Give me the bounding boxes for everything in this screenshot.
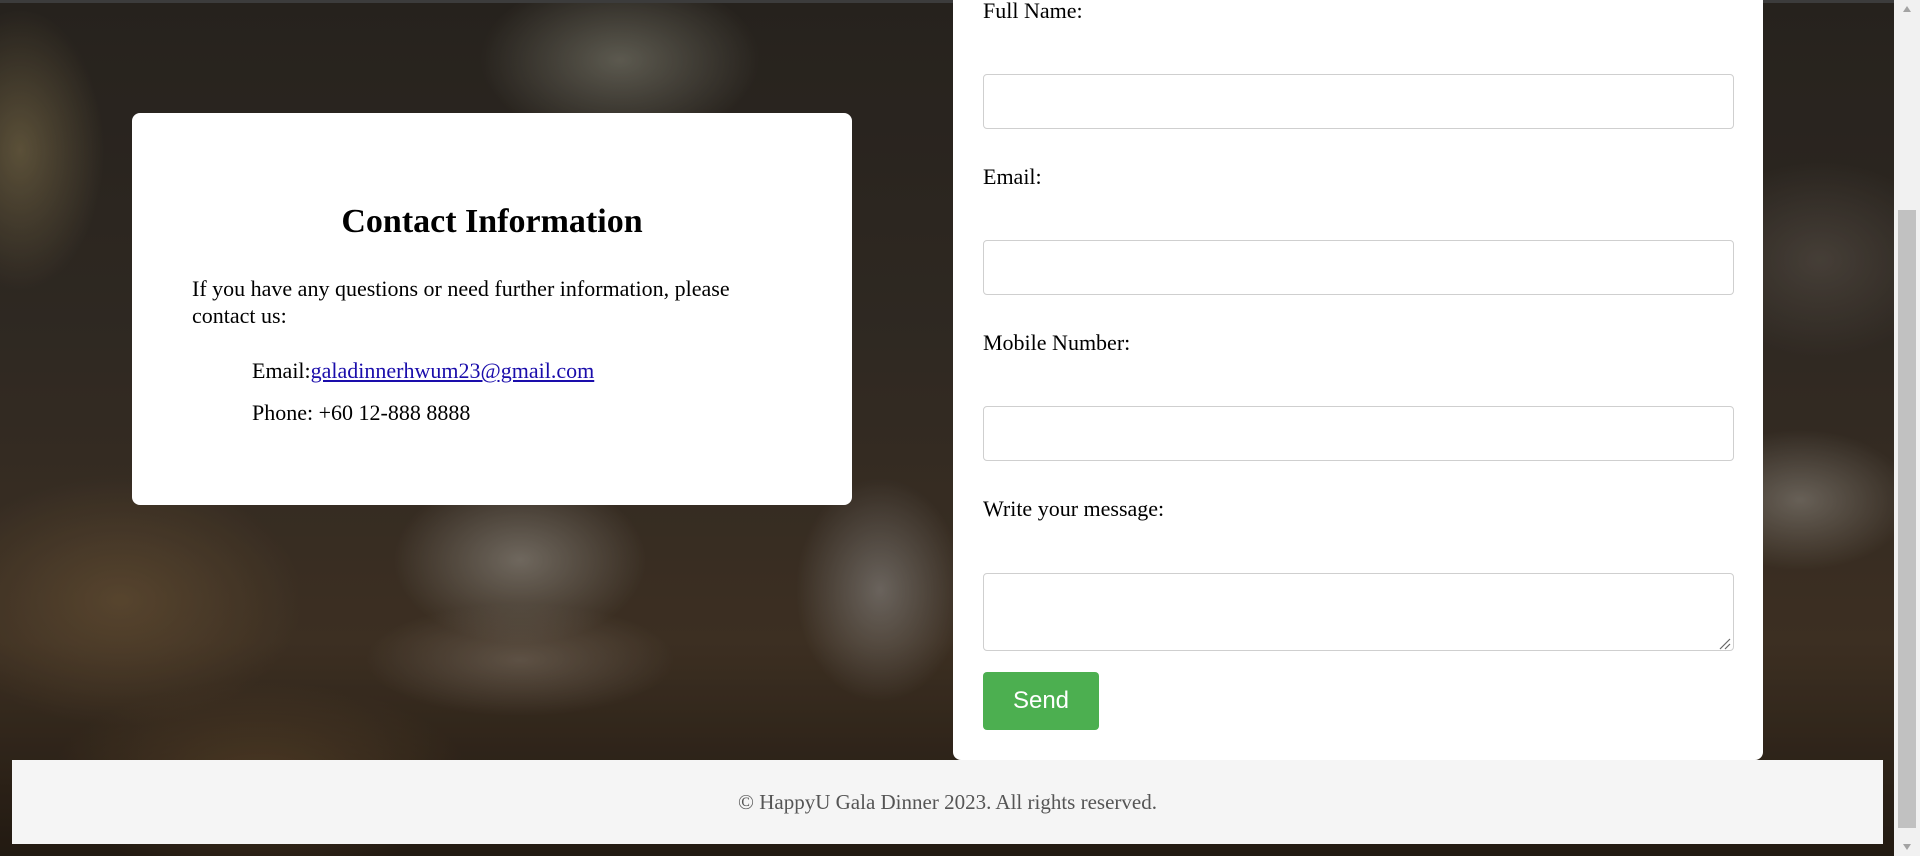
- full-name-label: Full Name:: [983, 0, 1083, 23]
- message-textarea[interactable]: [983, 573, 1734, 651]
- page-footer: © HappyU Gala Dinner 2023. All rights re…: [12, 760, 1883, 844]
- copyright-text: © HappyU Gala Dinner 2023. All rights re…: [738, 790, 1157, 814]
- contact-information-card: Contact Information If you have any ques…: [132, 113, 852, 505]
- contact-email-item: Email:galadinnerhwum23@gmail.com: [252, 350, 594, 392]
- page: Contact Information If you have any ques…: [0, 0, 1920, 856]
- email-field-label: Email:: [983, 164, 1042, 189]
- contact-phone-item: Phone: +60 12-888 8888: [252, 400, 471, 425]
- vertical-scrollbar[interactable]: [1894, 0, 1920, 856]
- contact-form-card: Full Name: Email: Mobile Number: Write y…: [953, 0, 1763, 760]
- message-label: Write your message:: [983, 496, 1165, 521]
- contact-details-list: Email:galadinnerhwum23@gmail.com Phone: …: [252, 350, 594, 434]
- send-button[interactable]: Send: [983, 672, 1099, 730]
- full-name-input[interactable]: [983, 74, 1734, 129]
- contact-title: Contact Information: [341, 203, 643, 240]
- scroll-down-arrow-icon[interactable]: [1894, 838, 1920, 856]
- mobile-number-input[interactable]: [983, 406, 1734, 461]
- email-link[interactable]: galadinnerhwum23@gmail.com: [311, 358, 595, 383]
- email-label: Email:: [252, 358, 311, 383]
- mobile-number-label: Mobile Number:: [983, 330, 1131, 355]
- scrollbar-thumb[interactable]: [1898, 210, 1916, 828]
- contact-intro-text: If you have any questions or need furthe…: [192, 276, 730, 328]
- email-input[interactable]: [983, 240, 1734, 295]
- resize-grip-icon[interactable]: [1717, 636, 1731, 650]
- scroll-up-arrow-icon[interactable]: [1894, 0, 1920, 18]
